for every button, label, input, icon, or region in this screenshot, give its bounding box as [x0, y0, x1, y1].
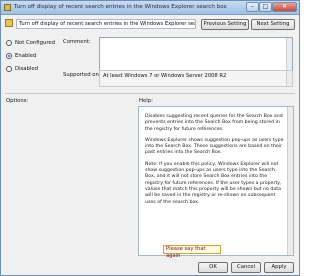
- radio-label: Enabled: [15, 53, 37, 59]
- policy-icon: [4, 4, 11, 11]
- supported-scrollbar[interactable]: [286, 71, 292, 86]
- supported-on-label: Supported on:: [63, 72, 101, 78]
- comment-scrollbar[interactable]: [286, 38, 292, 72]
- section-divider: [5, 93, 295, 94]
- policy-name-field: Turn off display of recent search entrie…: [16, 19, 196, 29]
- radio-button[interactable]: [6, 40, 12, 46]
- setting-icon: [5, 19, 13, 27]
- help-paragraph: Note: If you enable this policy, Windows…: [145, 161, 282, 205]
- supported-on-value: At least Windows 7 or Windows Server 200…: [103, 73, 227, 79]
- comment-label: Comment:: [63, 39, 91, 45]
- help-panel: Disables suggesting recent queries for t…: [138, 106, 294, 256]
- radio-label: Not Configured: [15, 40, 55, 46]
- title-bar[interactable]: Turn off display of recent search entrie…: [1, 1, 299, 15]
- help-scrollbar[interactable]: [287, 107, 293, 255]
- help-paragraph: Windows Explorer shows suggestion pop-up…: [145, 137, 284, 156]
- radio-label: Disabled: [15, 66, 39, 72]
- apply-button[interactable]: Apply: [264, 262, 294, 273]
- radio-button[interactable]: [6, 53, 12, 59]
- policy-dialog-window: Turn off display of recent search entrie…: [0, 0, 300, 276]
- options-label: Options:: [6, 98, 29, 104]
- supported-on-field: At least Windows 7 or Windows Server 200…: [99, 70, 293, 87]
- maximize-button[interactable]: □: [259, 2, 272, 12]
- help-paragraph: Disables suggesting recent queries for t…: [145, 114, 283, 132]
- radio-enabled[interactable]: Enabled: [6, 53, 36, 59]
- annotation-tooltip: Please say that again: [163, 245, 221, 259]
- options-panel: [5, 106, 133, 256]
- radio-not-configured[interactable]: Not Configured: [6, 40, 55, 46]
- close-button[interactable]: ✕: [272, 2, 297, 12]
- previous-setting-button[interactable]: Previous Setting: [201, 19, 249, 30]
- radio-disabled[interactable]: Disabled: [6, 66, 38, 72]
- window-title: Turn off display of recent search entrie…: [14, 4, 227, 10]
- help-label: Help:: [139, 98, 153, 104]
- cancel-button[interactable]: Cancel: [231, 262, 261, 273]
- next-setting-button[interactable]: Next Setting: [251, 19, 295, 30]
- minimize-button[interactable]: –: [246, 2, 259, 12]
- radio-button[interactable]: [6, 66, 12, 72]
- comment-textarea[interactable]: [99, 37, 293, 73]
- ok-button[interactable]: OK: [198, 262, 228, 273]
